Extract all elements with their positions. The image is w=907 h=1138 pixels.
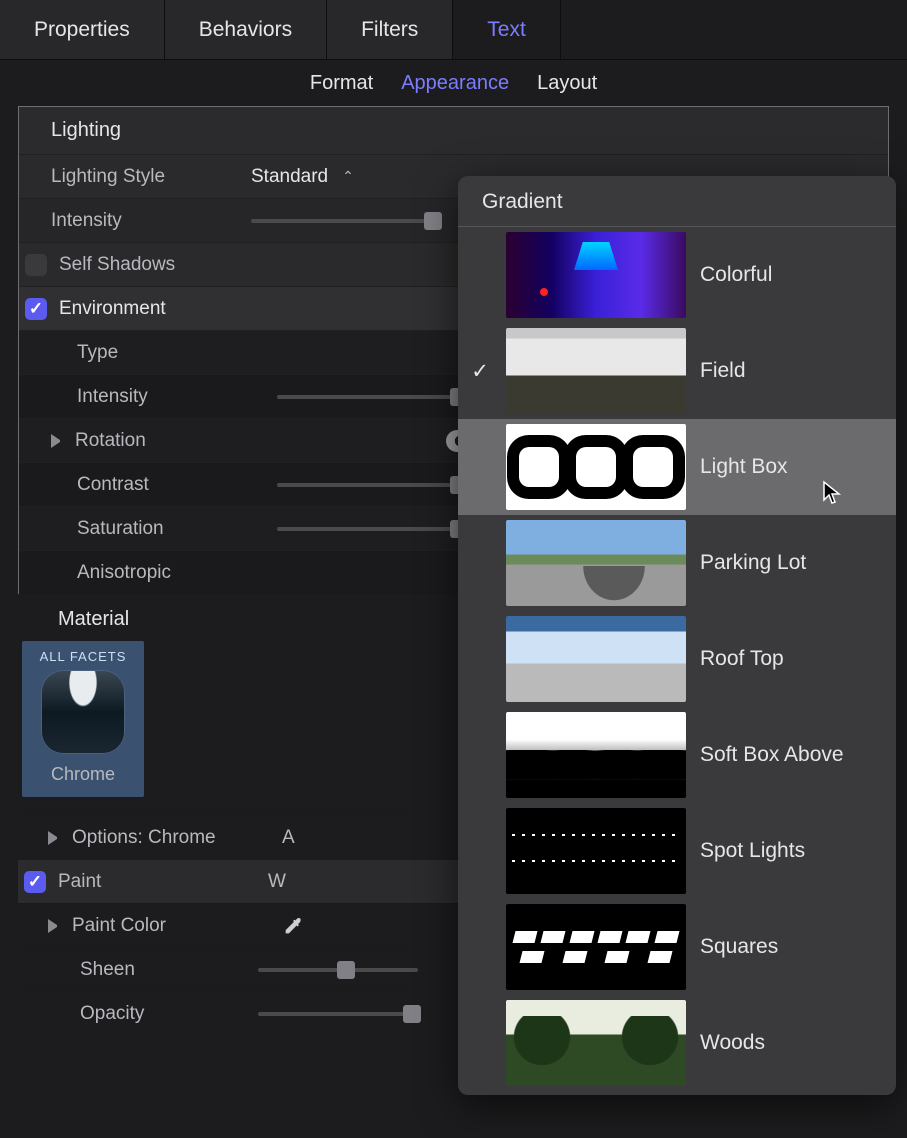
slider-thumb-icon[interactable] xyxy=(337,961,355,979)
popup-item-rooftop[interactable]: Roof Top xyxy=(458,611,896,707)
env-type-label: Type xyxy=(77,342,277,364)
popup-thumb-softbox xyxy=(506,712,686,798)
popup-thumb-lightbox xyxy=(506,424,686,510)
sheen-slider[interactable] xyxy=(258,968,418,972)
facet-tab-label: ALL FACETS xyxy=(40,649,127,664)
subtab-format[interactable]: Format xyxy=(310,72,373,95)
options-chrome-value: A xyxy=(282,827,295,849)
inspector-top-tabs: Properties Behaviors Filters Text xyxy=(0,0,907,60)
popup-item-spotlights[interactable]: Spot Lights xyxy=(458,803,896,899)
popup-item-label: Woods xyxy=(700,1031,765,1055)
disclosure-right-icon[interactable] xyxy=(48,831,62,845)
paint-color-label: Paint Color xyxy=(72,915,282,937)
lighting-header: Lighting xyxy=(19,107,888,154)
popup-header: Gradient xyxy=(458,176,896,227)
popup-thumb-squares xyxy=(506,904,686,990)
checkmark-icon: ✓ xyxy=(468,359,492,384)
lighting-style-label: Lighting Style xyxy=(51,166,251,188)
popup-thumb-colorful xyxy=(506,232,686,318)
environment-checkbox[interactable] xyxy=(25,298,47,320)
environment-type-popup: Gradient Colorful ✓ Field Light Box Parking … xyxy=(458,176,896,1095)
paint-checkbox[interactable] xyxy=(24,871,46,893)
lighting-intensity-label: Intensity xyxy=(51,210,251,232)
disclosure-right-icon[interactable] xyxy=(48,919,62,933)
popup-item-softbox[interactable]: Soft Box Above xyxy=(458,707,896,803)
material-facet-tile[interactable]: ALL FACETS Chrome xyxy=(22,641,144,797)
popup-thumb-woods xyxy=(506,1000,686,1086)
popup-item-woods[interactable]: Woods xyxy=(458,995,896,1091)
slider-thumb-icon[interactable] xyxy=(403,1005,421,1023)
sheen-label: Sheen xyxy=(80,959,258,981)
env-rotation-dial[interactable] xyxy=(275,439,465,443)
options-chrome-label: Options: Chrome xyxy=(72,827,282,849)
popup-thumb-spotlights xyxy=(506,808,686,894)
lighting-intensity-slider[interactable] xyxy=(251,219,441,223)
opacity-label: Opacity xyxy=(80,1003,258,1025)
cursor-icon xyxy=(822,480,842,506)
opacity-slider[interactable] xyxy=(258,1012,418,1016)
tab-behaviors[interactable]: Behaviors xyxy=(165,0,327,59)
popup-thumb-rooftop xyxy=(506,616,686,702)
paint-label: Paint xyxy=(58,871,268,893)
slider-thumb-icon[interactable] xyxy=(424,212,442,230)
popup-item-label: Squares xyxy=(700,935,778,959)
eyedropper-icon[interactable] xyxy=(282,915,304,937)
env-saturation-slider[interactable] xyxy=(277,527,467,531)
subtab-layout[interactable]: Layout xyxy=(537,72,597,95)
text-sub-tabs: Format Appearance Layout xyxy=(0,60,907,106)
popup-thumb-field xyxy=(506,328,686,414)
chevron-updown-icon: ⌃ xyxy=(342,168,354,185)
popup-item-label: Field xyxy=(700,359,746,383)
popup-thumb-parking xyxy=(506,520,686,606)
paint-value: W xyxy=(268,871,286,893)
popup-item-label: Spot Lights xyxy=(700,839,805,863)
popup-item-squares[interactable]: Squares xyxy=(458,899,896,995)
tab-filters[interactable]: Filters xyxy=(327,0,453,59)
popup-item-parking[interactable]: Parking Lot xyxy=(458,515,896,611)
popup-item-colorful[interactable]: Colorful xyxy=(458,227,896,323)
env-saturation-label: Saturation xyxy=(77,518,277,540)
lighting-style-dropdown[interactable]: Standard xyxy=(251,166,328,188)
env-intensity-slider[interactable] xyxy=(277,395,467,399)
popup-item-label: Parking Lot xyxy=(700,551,806,575)
popup-item-label: Roof Top xyxy=(700,647,784,671)
env-intensity-label: Intensity xyxy=(77,386,277,408)
tab-properties[interactable]: Properties xyxy=(0,0,165,59)
env-anisotropic-label: Anisotropic xyxy=(77,562,277,584)
popup-item-label: Light Box xyxy=(700,455,788,479)
env-contrast-label: Contrast xyxy=(77,474,277,496)
popup-item-field[interactable]: ✓ Field xyxy=(458,323,896,419)
env-rotation-label: Rotation xyxy=(75,430,275,452)
subtab-appearance[interactable]: Appearance xyxy=(401,72,509,95)
material-swatch-name: Chrome xyxy=(51,764,115,785)
env-contrast-slider[interactable] xyxy=(277,483,467,487)
popup-item-label: Colorful xyxy=(700,263,772,287)
tab-text[interactable]: Text xyxy=(453,0,561,59)
disclosure-right-icon[interactable] xyxy=(51,434,65,448)
material-swatch-icon xyxy=(41,670,125,754)
popup-item-label: Soft Box Above xyxy=(700,743,844,767)
self-shadows-checkbox[interactable] xyxy=(25,254,47,276)
